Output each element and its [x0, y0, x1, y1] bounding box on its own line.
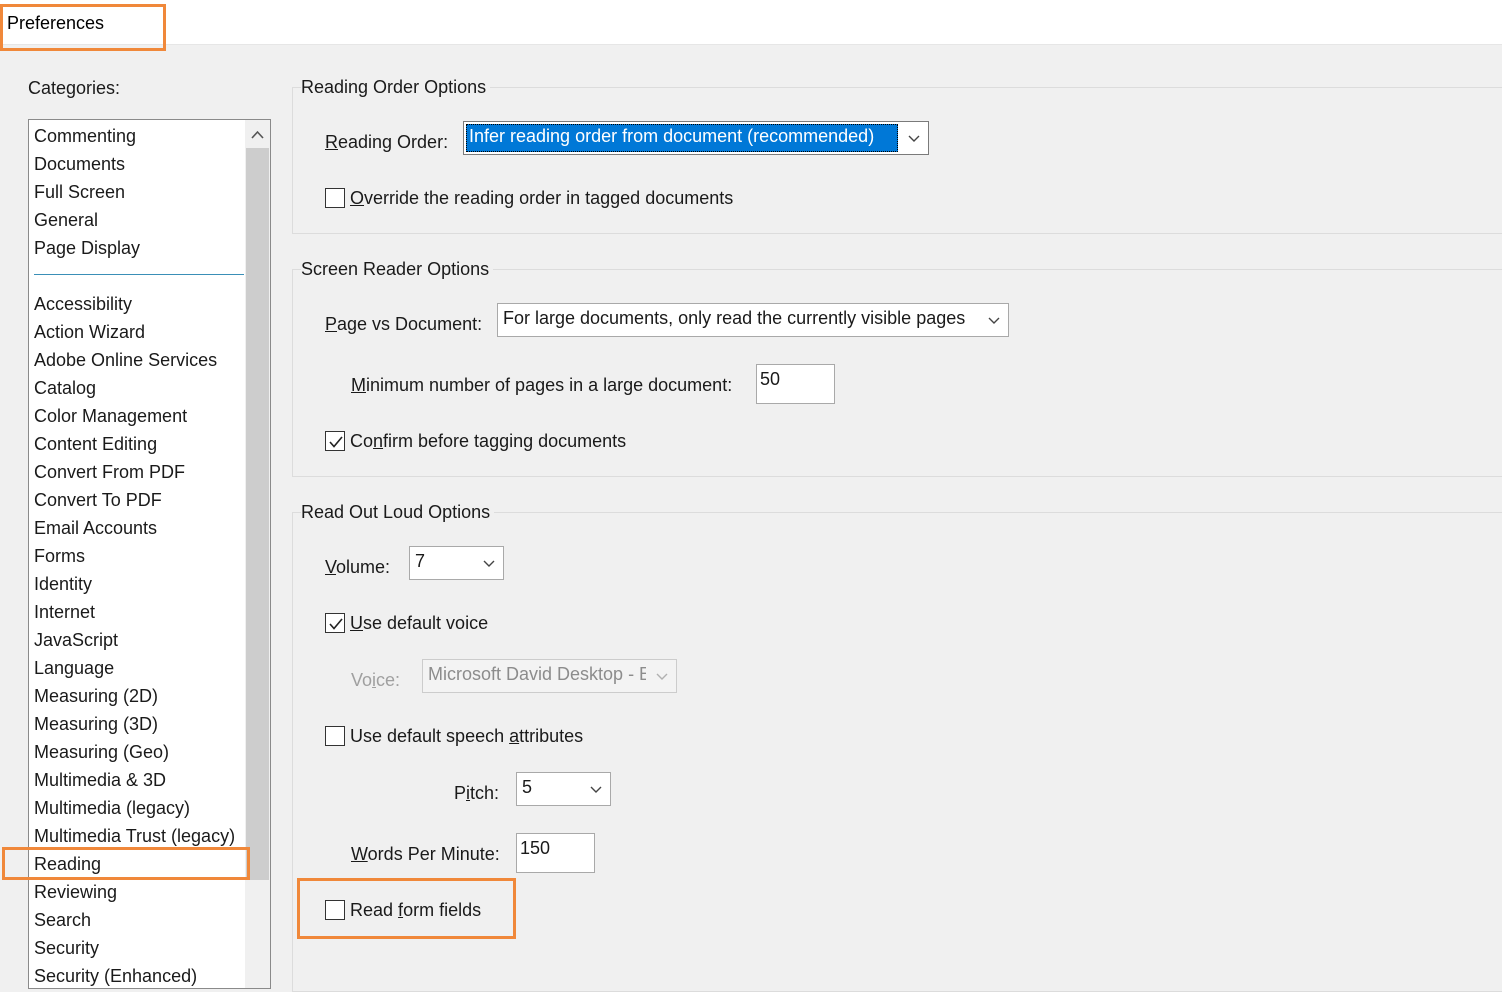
- page-vs-document-label: Page vs Document:: [325, 314, 483, 334]
- voice-label: Voice:: [351, 670, 401, 690]
- reading-order-select[interactable]: Infer reading order from document (recom…: [463, 121, 929, 155]
- category-item[interactable]: Forms: [34, 542, 85, 570]
- reading-order-group: [292, 87, 1502, 234]
- scroll-thumb[interactable]: [246, 148, 269, 880]
- category-item[interactable]: Language: [34, 654, 114, 682]
- category-item[interactable]: Reviewing: [34, 878, 117, 906]
- volume-select[interactable]: 7: [409, 546, 504, 580]
- category-item[interactable]: Search: [34, 906, 91, 934]
- pitch-label: Pitch:: [454, 783, 500, 803]
- categories-label: Categories:: [28, 78, 121, 98]
- category-item[interactable]: Multimedia & 3D: [34, 766, 166, 794]
- reading-order-title: Reading Order Options: [301, 77, 491, 98]
- category-item[interactable]: Measuring (2D): [34, 682, 158, 710]
- chevron-down-icon[interactable]: [900, 122, 928, 154]
- category-item[interactable]: Commenting: [34, 122, 136, 150]
- checkmark-icon: [329, 618, 343, 630]
- read-form-fields-label: Read form fields: [350, 900, 482, 920]
- min-pages-label: Minimum number of pages in a large docum…: [351, 375, 733, 395]
- categories-list[interactable]: Commenting Documents Full Screen General Pag…: [28, 119, 271, 989]
- categories-separator: [34, 274, 244, 275]
- chevron-down-icon[interactable]: [582, 773, 610, 805]
- category-item[interactable]: Page Display: [34, 234, 140, 262]
- category-item[interactable]: Color Management: [34, 402, 187, 430]
- category-item[interactable]: Internet: [34, 598, 95, 626]
- chevron-down-icon: [648, 660, 676, 692]
- category-item[interactable]: Documents: [34, 150, 125, 178]
- category-item[interactable]: Convert From PDF: [34, 458, 185, 486]
- category-item[interactable]: Reading: [34, 850, 101, 878]
- words-per-minute-input[interactable]: 150: [516, 833, 595, 873]
- categories-scrollbar[interactable]: [245, 120, 270, 988]
- category-item[interactable]: Security (Enhanced): [34, 962, 197, 988]
- read-out-loud-title: Read Out Loud Options: [301, 502, 495, 523]
- use-default-speech-attributes-label: Use default speech attributes: [350, 726, 584, 746]
- pitch-select[interactable]: 5: [516, 772, 611, 806]
- title-bar: Preferences: [0, 0, 1502, 45]
- reading-order-value: Infer reading order from document (recom…: [469, 126, 875, 146]
- category-item[interactable]: Full Screen: [34, 178, 125, 206]
- category-item[interactable]: Action Wizard: [34, 318, 145, 346]
- category-item[interactable]: Adobe Online Services: [34, 346, 217, 374]
- use-default-voice-label: Use default voice: [350, 613, 489, 633]
- category-item[interactable]: Accessibility: [34, 290, 132, 318]
- category-item[interactable]: Multimedia Trust (legacy): [34, 822, 235, 850]
- chevron-down-icon[interactable]: [980, 304, 1008, 336]
- category-item[interactable]: Measuring (3D): [34, 710, 158, 738]
- read-form-fields-checkbox[interactable]: [325, 900, 345, 920]
- category-item[interactable]: General: [34, 206, 98, 234]
- scroll-up-icon[interactable]: [245, 120, 270, 148]
- window-title: Preferences: [7, 13, 105, 33]
- voice-select: Microsoft David Desktop - E: [422, 659, 677, 693]
- min-pages-input[interactable]: 50: [756, 364, 835, 404]
- use-default-speech-attributes-checkbox[interactable]: [325, 726, 345, 746]
- confirm-tagging-label: Confirm before tagging documents: [350, 431, 627, 451]
- confirm-tagging-checkbox[interactable]: [325, 431, 345, 451]
- category-item[interactable]: Security: [34, 934, 99, 962]
- override-reading-order-label: Override the reading order in tagged doc…: [350, 188, 734, 208]
- screen-reader-title: Screen Reader Options: [301, 259, 494, 280]
- category-item[interactable]: Multimedia (legacy): [34, 794, 190, 822]
- use-default-voice-checkbox[interactable]: [325, 613, 345, 633]
- checkmark-icon: [329, 436, 343, 448]
- volume-label: Volume:: [325, 557, 391, 577]
- category-item[interactable]: Convert To PDF: [34, 486, 162, 514]
- override-reading-order-checkbox[interactable]: [325, 188, 345, 208]
- page-vs-document-select[interactable]: For large documents, only read the curre…: [497, 303, 1009, 337]
- category-item[interactable]: Content Editing: [34, 430, 157, 458]
- chevron-down-icon[interactable]: [475, 547, 503, 579]
- page-vs-document-value: For large documents, only read the curre…: [503, 308, 966, 328]
- category-item[interactable]: Measuring (Geo): [34, 738, 169, 766]
- category-item[interactable]: Identity: [34, 570, 92, 598]
- category-item[interactable]: JavaScript: [34, 626, 118, 654]
- category-item[interactable]: Catalog: [34, 374, 96, 402]
- words-per-minute-label: Words Per Minute:: [351, 844, 500, 864]
- reading-order-label: Reading Order:: [325, 132, 449, 152]
- category-item[interactable]: Email Accounts: [34, 514, 157, 542]
